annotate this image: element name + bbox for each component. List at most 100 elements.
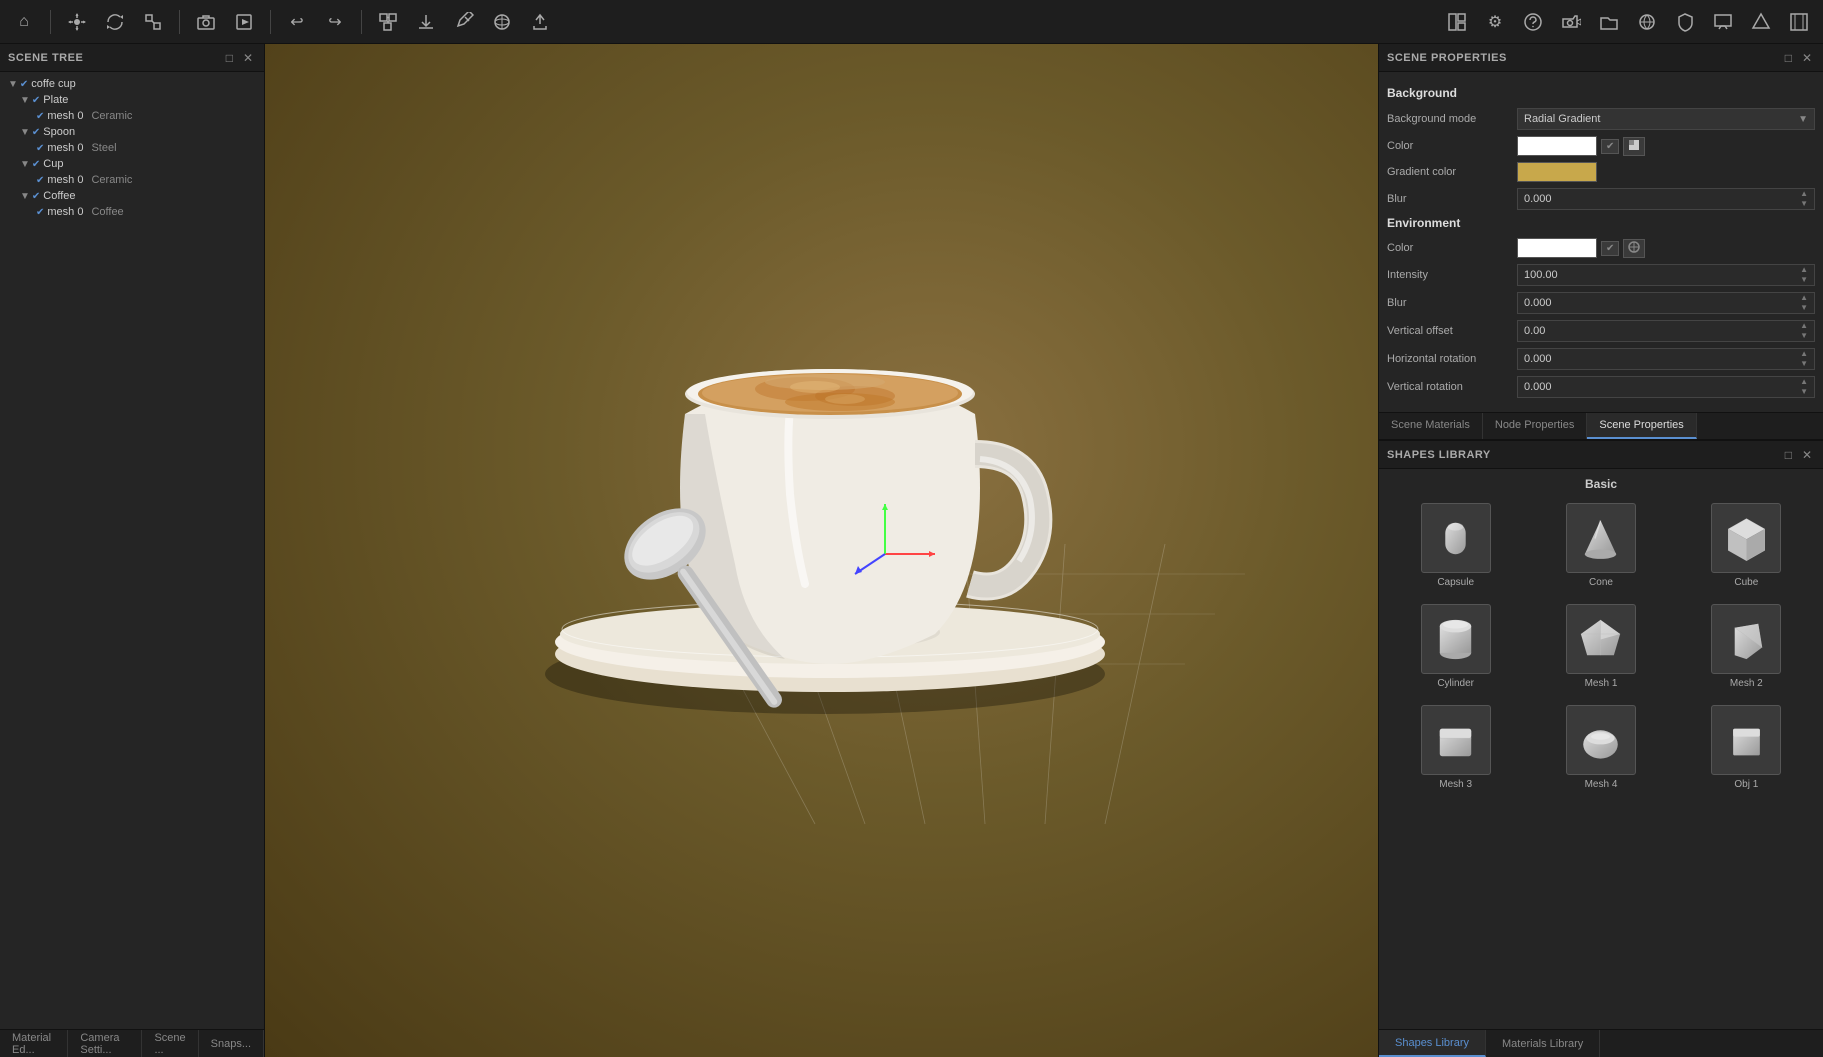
chat-icon[interactable] — [1707, 6, 1739, 38]
shield-icon[interactable] — [1669, 6, 1701, 38]
redo-icon[interactable]: ↪ — [319, 6, 351, 38]
env-color-pick-btn[interactable] — [1623, 239, 1645, 258]
tree-item-plate-mesh[interactable]: ✔ mesh 0 Ceramic — [0, 108, 264, 124]
blur-down[interactable]: ▼ — [1800, 199, 1808, 209]
shape-item-mesh1[interactable]: Mesh 1 — [1532, 600, 1669, 693]
tree-item-cup[interactable]: ▼ ✔ Cup — [0, 156, 264, 172]
env-blur-arrows[interactable]: ▲ ▼ — [1800, 293, 1808, 313]
intensity-up[interactable]: ▲ — [1800, 265, 1808, 275]
tree-toggle-spoon[interactable]: ▼ — [20, 127, 30, 138]
tree-check-plate[interactable]: ✔ — [32, 95, 40, 106]
render-icon[interactable] — [228, 6, 260, 38]
shapes-lib-close[interactable]: ✕ — [1799, 448, 1815, 462]
tree-item-plate[interactable]: ▼ ✔ Plate — [0, 92, 264, 108]
horiz-rot-down[interactable]: ▼ — [1800, 359, 1808, 369]
vert-rot-field[interactable]: 0.000 ▲ ▼ — [1517, 376, 1815, 398]
horiz-rot-arrows[interactable]: ▲ ▼ — [1800, 349, 1808, 369]
scene-tree-close[interactable]: ✕ — [240, 51, 256, 65]
scene-tree-maximize[interactable]: □ — [223, 51, 236, 65]
shapes-lib-maximize[interactable]: □ — [1782, 448, 1795, 462]
shape-item-mesh2[interactable]: Mesh 2 — [1678, 600, 1815, 693]
blur-up[interactable]: ▲ — [1800, 189, 1808, 199]
vert-offset-down[interactable]: ▼ — [1800, 331, 1808, 341]
layout-icon[interactable] — [1441, 6, 1473, 38]
scene-props-maximize[interactable]: □ — [1782, 51, 1795, 65]
tree-toggle-cup[interactable]: ▼ — [20, 159, 30, 170]
transform-icon[interactable] — [372, 6, 404, 38]
move-icon[interactable] — [61, 6, 93, 38]
shape-item-cone[interactable]: Cone — [1532, 499, 1669, 592]
tab-node-properties[interactable]: Node Properties — [1483, 413, 1588, 439]
expand-icon[interactable] — [1783, 6, 1815, 38]
tab-material-ed[interactable]: Material Ed... — [0, 1030, 68, 1057]
tree-toggle-plate[interactable]: ▼ — [20, 95, 30, 106]
export-icon[interactable] — [524, 6, 556, 38]
blur-arrows[interactable]: ▲ ▼ — [1800, 189, 1808, 209]
shape-icon[interactable] — [1745, 6, 1777, 38]
intensity-down[interactable]: ▼ — [1800, 275, 1808, 285]
shape-item-cylinder[interactable]: Cylinder — [1387, 600, 1524, 693]
tab-snaps[interactable]: Snaps... — [199, 1030, 264, 1057]
tree-check-cup[interactable]: ✔ — [32, 159, 40, 170]
vert-offset-up[interactable]: ▲ — [1800, 321, 1808, 331]
vert-rot-arrows[interactable]: ▲ ▼ — [1800, 377, 1808, 397]
library-tab-shapes[interactable]: Shapes Library — [1379, 1030, 1486, 1057]
color-swatch-white[interactable] — [1517, 136, 1597, 156]
scale-icon[interactable] — [137, 6, 169, 38]
vert-offset-field[interactable]: 0.00 ▲ ▼ — [1517, 320, 1815, 342]
folder-icon[interactable] — [1593, 6, 1625, 38]
tree-toggle-coffee[interactable]: ▼ — [20, 191, 30, 202]
scene-props-close[interactable]: ✕ — [1799, 51, 1815, 65]
edit-icon[interactable] — [448, 6, 480, 38]
shape-item-capsule[interactable]: Capsule — [1387, 499, 1524, 592]
vert-offset-arrows[interactable]: ▲ ▼ — [1800, 321, 1808, 341]
help-icon[interactable] — [1517, 6, 1549, 38]
tab-scene-materials[interactable]: Scene Materials — [1379, 413, 1483, 439]
env-color-check-btn[interactable]: ✔ — [1601, 241, 1619, 256]
env-blur-field[interactable]: 0.000 ▲ ▼ — [1517, 292, 1815, 314]
tab-scene-properties[interactable]: Scene Properties — [1587, 413, 1696, 439]
camera2-icon[interactable] — [1555, 6, 1587, 38]
import-icon[interactable] — [410, 6, 442, 38]
intensity-arrows[interactable]: ▲ ▼ — [1800, 265, 1808, 285]
tab-scene[interactable]: Scene ... — [142, 1030, 198, 1057]
library-tab-materials[interactable]: Materials Library — [1486, 1030, 1600, 1057]
color-check-btn[interactable]: ✔ — [1601, 139, 1619, 154]
tree-check-plate-mesh[interactable]: ✔ — [36, 111, 44, 122]
intensity-field[interactable]: 100.00 ▲ ▼ — [1517, 264, 1815, 286]
camera-icon[interactable] — [190, 6, 222, 38]
rotate-icon[interactable] — [99, 6, 131, 38]
tree-check-spoon[interactable]: ✔ — [32, 127, 40, 138]
tree-item-coffee[interactable]: ▼ ✔ Coffee — [0, 188, 264, 204]
viewport[interactable]: cup.koruScene ✕ — [265, 44, 1378, 1057]
home-icon[interactable]: ⌂ — [8, 6, 40, 38]
tree-check-coffee[interactable]: ✔ — [32, 191, 40, 202]
tree-item-spoon[interactable]: ▼ ✔ Spoon — [0, 124, 264, 140]
tab-camera-settings[interactable]: Camera Setti... — [68, 1030, 142, 1057]
gradient-color-swatch[interactable] — [1517, 162, 1597, 182]
tree-check-coffee-mesh[interactable]: ✔ — [36, 207, 44, 218]
blur-field[interactable]: 0.000 ▲ ▼ — [1517, 188, 1815, 210]
tree-check-coffe-cup[interactable]: ✔ — [20, 79, 28, 90]
bg-mode-dropdown[interactable]: Radial Gradient ▼ — [1517, 108, 1815, 130]
physics-icon[interactable] — [486, 6, 518, 38]
env-blur-up[interactable]: ▲ — [1800, 293, 1808, 303]
tree-item-cup-mesh[interactable]: ✔ mesh 0 Ceramic — [0, 172, 264, 188]
horiz-rot-up[interactable]: ▲ — [1800, 349, 1808, 359]
tree-check-spoon-mesh[interactable]: ✔ — [36, 143, 44, 154]
vert-rot-down[interactable]: ▼ — [1800, 387, 1808, 397]
horiz-rot-field[interactable]: 0.000 ▲ ▼ — [1517, 348, 1815, 370]
env-color-swatch[interactable] — [1517, 238, 1597, 258]
shape-item-cube[interactable]: Cube — [1678, 499, 1815, 592]
network-icon[interactable] — [1631, 6, 1663, 38]
vert-rot-up[interactable]: ▲ — [1800, 377, 1808, 387]
tree-item-coffe-cup[interactable]: ▼ ✔ coffe cup — [0, 76, 264, 92]
tree-item-coffee-mesh[interactable]: ✔ mesh 0 Coffee — [0, 204, 264, 220]
shape-item-mesh4[interactable]: Mesh 4 — [1532, 701, 1669, 794]
tree-check-cup-mesh[interactable]: ✔ — [36, 175, 44, 186]
undo-icon[interactable]: ↩ — [281, 6, 313, 38]
settings-icon[interactable]: ⚙ — [1479, 6, 1511, 38]
shape-item-obj1[interactable]: Obj 1 — [1678, 701, 1815, 794]
env-blur-down[interactable]: ▼ — [1800, 303, 1808, 313]
tree-toggle-coffe-cup[interactable]: ▼ — [8, 79, 18, 90]
